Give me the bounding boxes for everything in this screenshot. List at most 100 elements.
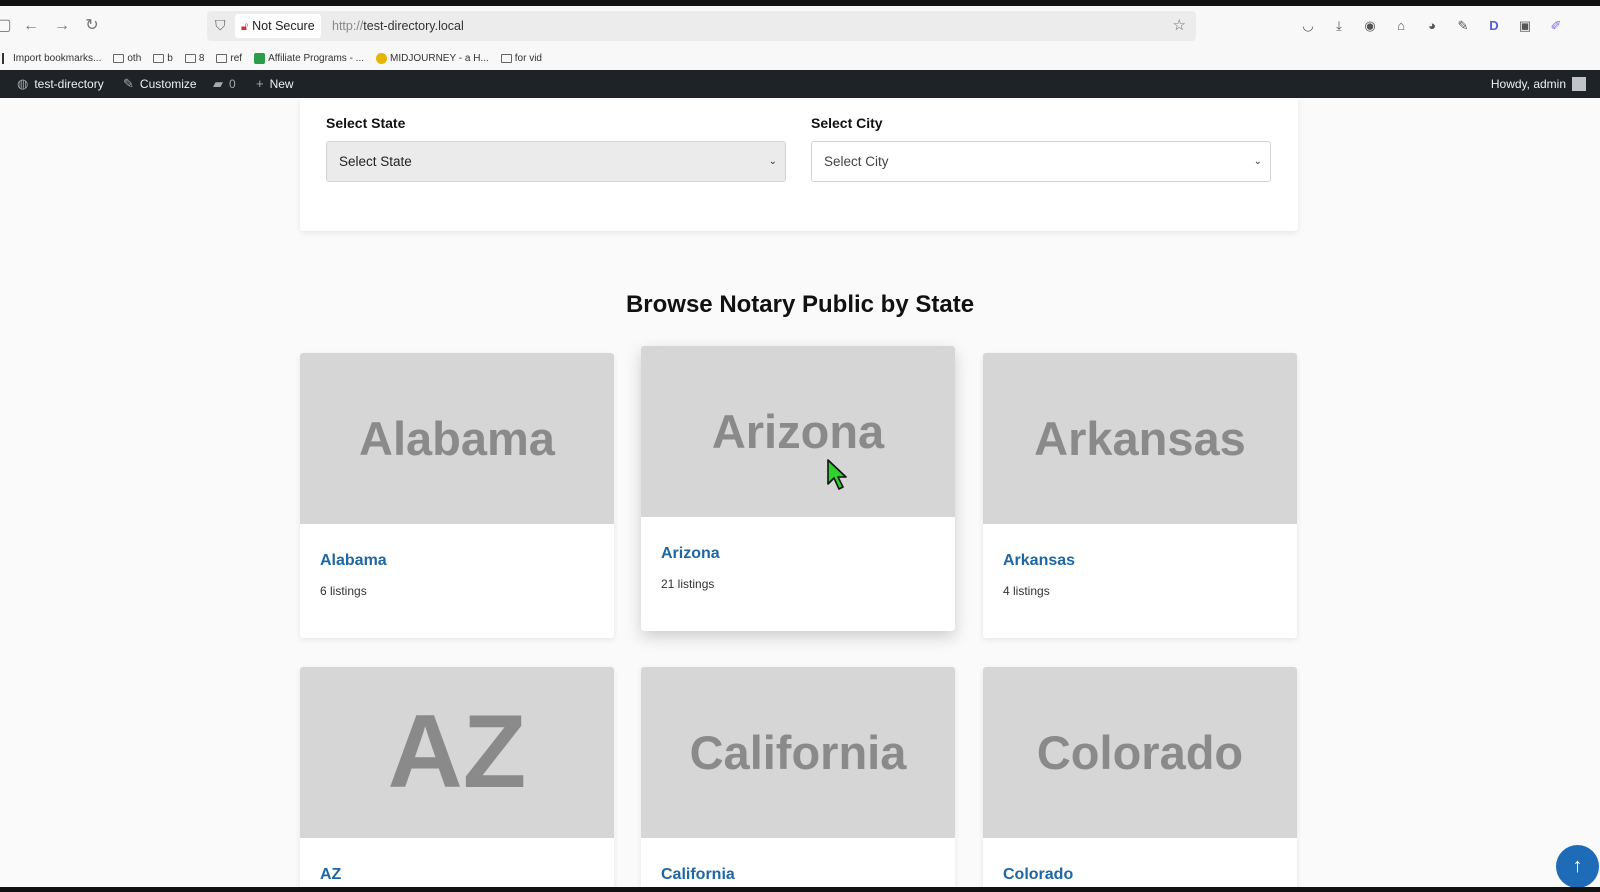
admin-site-link[interactable]: ◍ test-directory xyxy=(17,70,104,98)
arrow-up-icon: ↑ xyxy=(1572,855,1583,877)
back-icon[interactable]: ← xyxy=(19,14,43,38)
bookmark-label: MIDJOURNEY - a H... xyxy=(390,52,489,64)
url-host: test-directory.local xyxy=(363,19,464,33)
folder-icon xyxy=(184,53,196,63)
folder-icon xyxy=(500,53,512,63)
bookmark-label: ref xyxy=(230,52,243,64)
account-icon[interactable]: ◉ xyxy=(1362,18,1378,34)
state-card-arizona[interactable]: Arizona Arizona 21 listings xyxy=(641,346,955,631)
import-icon xyxy=(2,52,10,64)
bookmark-label: oth xyxy=(127,52,142,64)
avatar xyxy=(1572,77,1586,91)
folder-icon xyxy=(216,53,228,63)
listing-count: 6 listings xyxy=(320,584,367,598)
pen-icon[interactable]: ✎ xyxy=(1455,18,1471,34)
city-select[interactable]: Select City ⌄ xyxy=(811,141,1271,182)
state-image[interactable]: Alabama xyxy=(300,353,614,524)
state-card-colorado[interactable]: Colorado Colorado xyxy=(983,667,1297,892)
extension-icon[interactable]: ⌂ xyxy=(1393,18,1409,34)
security-badge[interactable]: 🔓︎ Not Secure xyxy=(235,14,321,38)
page-content: Select State Select State ⌄ Select City … xyxy=(0,98,1600,892)
security-label: Not Secure xyxy=(252,19,315,33)
state-card-title[interactable]: Colorado xyxy=(1003,866,1073,884)
forward-icon[interactable]: → xyxy=(50,14,74,38)
bottom-edge xyxy=(0,887,1600,892)
url-protocol: http:// xyxy=(332,19,364,33)
admin-comments-link[interactable]: ▰ 0 xyxy=(213,70,236,98)
state-image[interactable]: Colorado xyxy=(983,667,1297,838)
city-label: Select City xyxy=(811,115,883,131)
state-label: Select State xyxy=(326,115,406,131)
state-card-alabama[interactable]: Alabama Alabama 6 listings xyxy=(300,353,614,638)
insecure-lock-icon: 🔓︎ xyxy=(241,21,249,33)
download-icon[interactable]: ⤓ xyxy=(1331,18,1347,34)
bookmark-folder-oth[interactable]: oth xyxy=(113,53,141,64)
state-card-title[interactable]: Arizona xyxy=(661,545,720,563)
site-name: test-directory xyxy=(34,77,104,91)
browser-toolbar: ▢ ← → ↻ ⛉ 🔓︎ Not Secure http://test-direc… xyxy=(0,6,1600,46)
dashboard-icon: ◍ xyxy=(17,76,29,91)
bookmark-label: 8 xyxy=(198,52,205,64)
reload-icon[interactable]: ↻ xyxy=(80,14,104,38)
admin-new-link[interactable]: + New xyxy=(256,70,294,98)
folder-icon xyxy=(153,53,165,63)
bookmark-label: Affiliate Programs - ... xyxy=(268,52,365,64)
midjourney-favicon-icon xyxy=(376,52,388,64)
state-card-title[interactable]: California xyxy=(661,866,735,884)
howdy-label: Howdy, admin xyxy=(1490,77,1566,91)
mouse-cursor-icon xyxy=(827,459,847,490)
bookmark-label: Import bookmarks... xyxy=(13,52,102,64)
state-image[interactable]: Arkansas xyxy=(983,353,1297,524)
scroll-to-top-button[interactable]: ↑ xyxy=(1556,845,1599,888)
admin-account-menu[interactable]: Howdy, admin xyxy=(1491,70,1586,98)
bookmarks-bar: Import bookmarks... oth b 8 ref Affiliat… xyxy=(0,46,1600,70)
comment-icon: ▰ xyxy=(213,76,223,91)
bookmark-affiliate[interactable]: Affiliate Programs - ... xyxy=(254,52,365,64)
bookmark-folder-for-vid[interactable]: for vid xyxy=(500,52,542,64)
folder-icon xyxy=(113,53,125,63)
sidebar-toggle-icon[interactable]: ▢ xyxy=(0,14,16,38)
color-picker-icon[interactable]: ◕ xyxy=(1424,18,1440,34)
brush-icon: ✎ xyxy=(123,76,134,91)
chevron-down-icon: ⌄ xyxy=(1253,156,1262,167)
state-select[interactable]: Select State ⌄ xyxy=(326,141,786,182)
chevron-down-icon: ⌄ xyxy=(768,156,777,167)
address-bar[interactable]: ⛉ 🔓︎ Not Secure http://test-directory.loc… xyxy=(207,11,1196,41)
state-card-california[interactable]: California California xyxy=(641,667,955,892)
admin-customize-link[interactable]: ✎ Customize xyxy=(123,70,197,98)
brush-icon[interactable]: ✐ xyxy=(1548,18,1564,34)
customize-label: Customize xyxy=(139,77,197,91)
bookmark-label: b xyxy=(167,52,173,64)
screen-icon[interactable]: ▣ xyxy=(1517,18,1533,34)
bookmark-midjourney[interactable]: MIDJOURNEY - a H... xyxy=(376,52,489,64)
shield-icon: ⛉ xyxy=(215,17,226,33)
city-select-value: Select City xyxy=(824,154,889,169)
bookmark-folder-ref[interactable]: ref xyxy=(216,53,242,64)
bookmark-folder-b[interactable]: b xyxy=(153,53,173,64)
filter-card: Select State Select State ⌄ Select City … xyxy=(300,98,1298,231)
state-image[interactable]: AZ xyxy=(300,667,614,838)
plus-icon: + xyxy=(256,76,264,91)
affiliate-favicon-icon xyxy=(254,52,266,64)
state-card-title[interactable]: AZ xyxy=(320,866,341,884)
state-card-arkansas[interactable]: Arkansas Arkansas 4 listings xyxy=(983,353,1297,638)
state-image[interactable]: Arizona xyxy=(641,346,955,517)
d-extension-icon[interactable]: D xyxy=(1486,18,1502,34)
listing-count: 4 listings xyxy=(1003,584,1050,598)
state-card-az[interactable]: AZ AZ xyxy=(300,667,614,892)
url-text[interactable]: http://test-directory.local xyxy=(332,19,464,33)
wp-admin-bar: ◍ test-directory ✎ Customize ▰ 0 + New Howdy… xyxy=(0,70,1600,98)
new-label: New xyxy=(269,77,294,91)
state-card-title[interactable]: Alabama xyxy=(320,552,387,570)
bookmark-label: for vid xyxy=(514,52,542,64)
comments-count: 0 xyxy=(229,77,236,91)
bookmark-star-icon[interactable]: ☆ xyxy=(1173,16,1186,34)
bookmark-folder-8[interactable]: 8 xyxy=(184,52,205,64)
state-card-title[interactable]: Arkansas xyxy=(1003,552,1075,570)
state-image[interactable]: California xyxy=(641,667,955,838)
state-select-value: Select State xyxy=(339,154,412,169)
pocket-icon[interactable]: ◡ xyxy=(1300,18,1316,34)
listing-count: 21 listings xyxy=(661,577,715,591)
bookmark-import[interactable]: Import bookmarks... xyxy=(2,52,102,64)
section-title: Browse Notary Public by State xyxy=(625,291,975,318)
